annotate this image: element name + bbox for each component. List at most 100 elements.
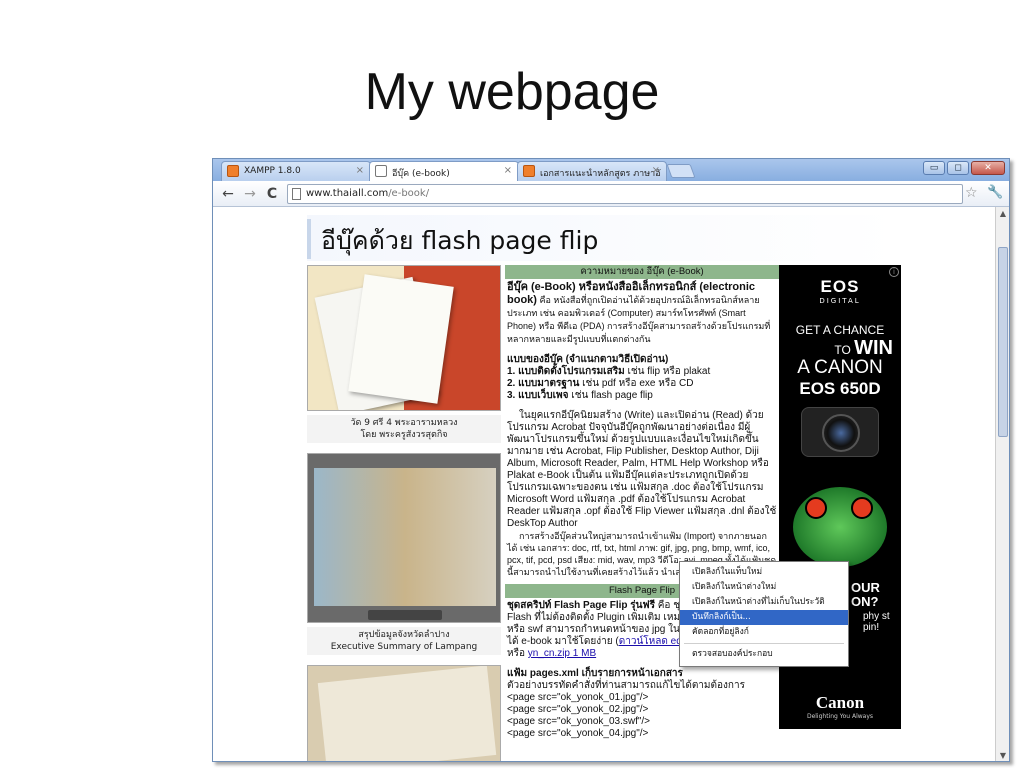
code-line: <page src="ok_yonok_03.swf"/> [507, 716, 651, 727]
menu-item-copy-link[interactable]: คัดลอกที่อยู่ลิงก์ [680, 625, 848, 640]
menu-item-open-new-tab[interactable]: เปิดลิงก์ในแท็บใหม่ [680, 565, 848, 580]
type-label: 3. แบบเว็บเพจ [507, 390, 569, 401]
ad-brand-sub: DIGITAL [819, 297, 861, 305]
page-viewport: อีบุ๊คด้วย flash page flip วัด 9 ศรี 4 พ… [213, 207, 995, 761]
type-item: 1. แบบติดตั้งโปรแกรมเสริม เช่น flip หรือ… [505, 366, 779, 378]
definition-text: คือ หนังสือที่ถูกเปิดอ่านได้ด้วยอุปกรณ์อ… [507, 295, 771, 344]
caption-line: สรุปข้อมูลจังหวัดลำปาง [358, 630, 450, 640]
ebook-thumbnail-lampang[interactable] [307, 453, 501, 623]
vertical-scrollbar[interactable]: ▲ ▼ [995, 207, 1009, 761]
flip-page [317, 666, 497, 761]
url-path: /e-book/ [388, 188, 430, 199]
types-title: แบบของอีบุ๊ค (จำแนกตามวิธีเปิดอ่าน) [507, 354, 669, 365]
ad-info-icon[interactable]: i [889, 267, 899, 277]
type-label: 2. แบบมาตรฐาน [507, 378, 580, 389]
menu-item-inspect[interactable]: ตรวจสอบองค์ประกอบ [680, 647, 848, 662]
left-column: วัด 9 ศรี 4 พระอารามหลวง โดย พระครูสังวร… [305, 265, 503, 761]
page-icon [292, 188, 301, 200]
article-column: ความหมายของ อีบุ๊ค (e-Book) อีบุ๊ค (e-Bo… [505, 265, 779, 761]
tab-ebook[interactable]: อีบุ๊ค (e-book) × [369, 161, 519, 181]
menu-item-open-new-window[interactable]: เปิดลิงก์ในหน้าต่างใหม่ [680, 580, 848, 595]
ad-partial-text: OUR ON? [851, 580, 880, 609]
ad-headline: GET A CHANCE [795, 323, 885, 337]
page-header: อีบุ๊คด้วย flash page flip [307, 215, 899, 261]
context-menu: เปิดลิงก์ในแท็บใหม่ เปิดลิงก์ในหน้าต่างใ… [679, 561, 849, 667]
section-band: ความหมายของ อีบุ๊ค (e-Book) [505, 265, 779, 279]
xampp-icon [523, 165, 535, 177]
frog-eye [805, 497, 827, 519]
flip-page [348, 274, 454, 404]
tab-xampp[interactable]: XAMPP 1.8.0 × [221, 161, 371, 181]
back-button[interactable]: ← [219, 185, 237, 203]
menu-separator [684, 643, 844, 644]
tab-label: XAMPP 1.8.0 [244, 166, 301, 176]
tab-label: อีบุ๊ค (e-book) [392, 169, 450, 179]
type-text: เช่น flash page flip [568, 390, 653, 401]
type-text: เช่น flip หรือ plakat [624, 366, 711, 377]
browser-toolbar: ← → C www.thaiall.com/e-book/ ☆ 🔧 [213, 181, 1009, 207]
ad-brand: EOS [820, 277, 860, 296]
minimize-button[interactable]: ▭ [923, 161, 945, 175]
tab-label: เอกสารแนะนำหลักสูตร ภาษาอั [540, 169, 661, 179]
menu-item-open-incognito[interactable]: เปิดลิงก์ในหน้าต่างที่ไม่เก็บในประวัติ [680, 595, 848, 610]
book-spread-image [314, 468, 496, 606]
flip-controls[interactable] [368, 610, 442, 620]
ad-model: EOS 650D [799, 379, 881, 398]
scroll-down-icon[interactable]: ▼ [998, 751, 1008, 761]
ad-partial-text: phy st pin! [863, 611, 890, 633]
ebook-thumbnail-yonok[interactable] [307, 665, 501, 761]
code-line: <page src="ok_yonok_02.jpg"/> [507, 704, 649, 715]
header-accent-bar [307, 219, 311, 259]
browser-window: XAMPP 1.8.0 × อีบุ๊ค (e-book) × เอกสารแน… [212, 158, 1010, 762]
close-window-button[interactable]: ✕ [971, 161, 1005, 175]
tab-close-icon[interactable]: × [504, 165, 512, 176]
type-item: 2. แบบมาตรฐาน เช่น pdf หรือ exe หรือ CD [505, 378, 779, 390]
ad-tagline: Delighting You Always [806, 713, 874, 720]
code-line: <page src="ok_yonok_04.jpg"/> [507, 728, 649, 739]
page-icon [375, 165, 387, 177]
scroll-thumb[interactable] [998, 247, 1008, 437]
window-controls: ▭ ◻ ✕ [923, 161, 1005, 177]
new-tab-button[interactable] [666, 164, 696, 178]
reload-button[interactable]: C [263, 185, 281, 203]
code-line: <page src="ok_yonok_01.jpg"/> [507, 692, 649, 703]
xampp-icon [227, 165, 239, 177]
tab-close-icon[interactable]: × [356, 165, 364, 176]
slide-title: My webpage [364, 63, 660, 121]
type-label: 1. แบบติดตั้งโปรแกรมเสริม [507, 366, 625, 377]
ad-win: WIN [854, 337, 893, 359]
ebook-thumbnail-temple[interactable] [307, 265, 501, 411]
thumbnail-caption: วัด 9 ศรี 4 พระอารามหลวง โดย พระครูสังวร… [307, 415, 501, 443]
wrench-icon[interactable]: 🔧 [987, 185, 1003, 200]
camera-icon [801, 407, 879, 457]
caption-line: โดย พระครูสังวรสุตกิจ [360, 430, 448, 440]
xml-description: ตัวอย่างบรรทัดคำสั่งที่ท่านสามารถแก้ไขได… [507, 680, 745, 691]
frog-image [793, 487, 887, 567]
type-item: 3. แบบเว็บเพจ เช่น flash page flip [505, 390, 779, 402]
download-link[interactable]: yn_cn.zip 1 MB [528, 648, 596, 659]
xml-title: แฟ้ม pages.xml เก็บรายการหน้าเอกสาร [507, 668, 683, 679]
page-heading: อีบุ๊คด้วย flash page flip [321, 226, 599, 255]
tab-course-doc[interactable]: เอกสารแนะนำหลักสูตร ภาษาอั × [517, 161, 667, 181]
frog-eye [851, 497, 873, 519]
caption-line: Executive Summary of Lampang [330, 642, 478, 652]
bookmark-star-icon[interactable]: ☆ [965, 185, 978, 201]
canon-logo: Canon [815, 693, 865, 712]
lens-icon [822, 414, 860, 452]
scroll-up-icon[interactable]: ▲ [998, 209, 1008, 219]
maximize-button[interactable]: ◻ [947, 161, 969, 175]
ad-to: TO [834, 343, 855, 357]
type-text: เช่น pdf หรือ exe หรือ CD [579, 378, 694, 389]
tab-strip: XAMPP 1.8.0 × อีบุ๊ค (e-book) × เอกสารแน… [213, 159, 1009, 181]
menu-item-save-link[interactable]: บันทึกลิงก์เป็น... [680, 610, 848, 625]
history-paragraph: ในยุคแรกอีบุ๊คนิยมสร้าง (Write) และเปิดอ… [507, 410, 777, 529]
address-bar[interactable]: www.thaiall.com/e-book/ [287, 184, 963, 204]
definition-paragraph: อีบุ๊ค (e-Book) หรือหนังสืออิเล็กทรอนิกส… [505, 279, 779, 346]
tab-close-icon[interactable]: × [652, 165, 660, 176]
script-title: ชุดสคริปท์ Flash Page Flip รุ่นฟรี [507, 600, 655, 611]
forward-button[interactable]: → [241, 185, 259, 203]
caption-line: วัด 9 ศรี 4 พระอารามหลวง [350, 418, 458, 428]
url-host: www.thaiall.com [306, 188, 389, 199]
